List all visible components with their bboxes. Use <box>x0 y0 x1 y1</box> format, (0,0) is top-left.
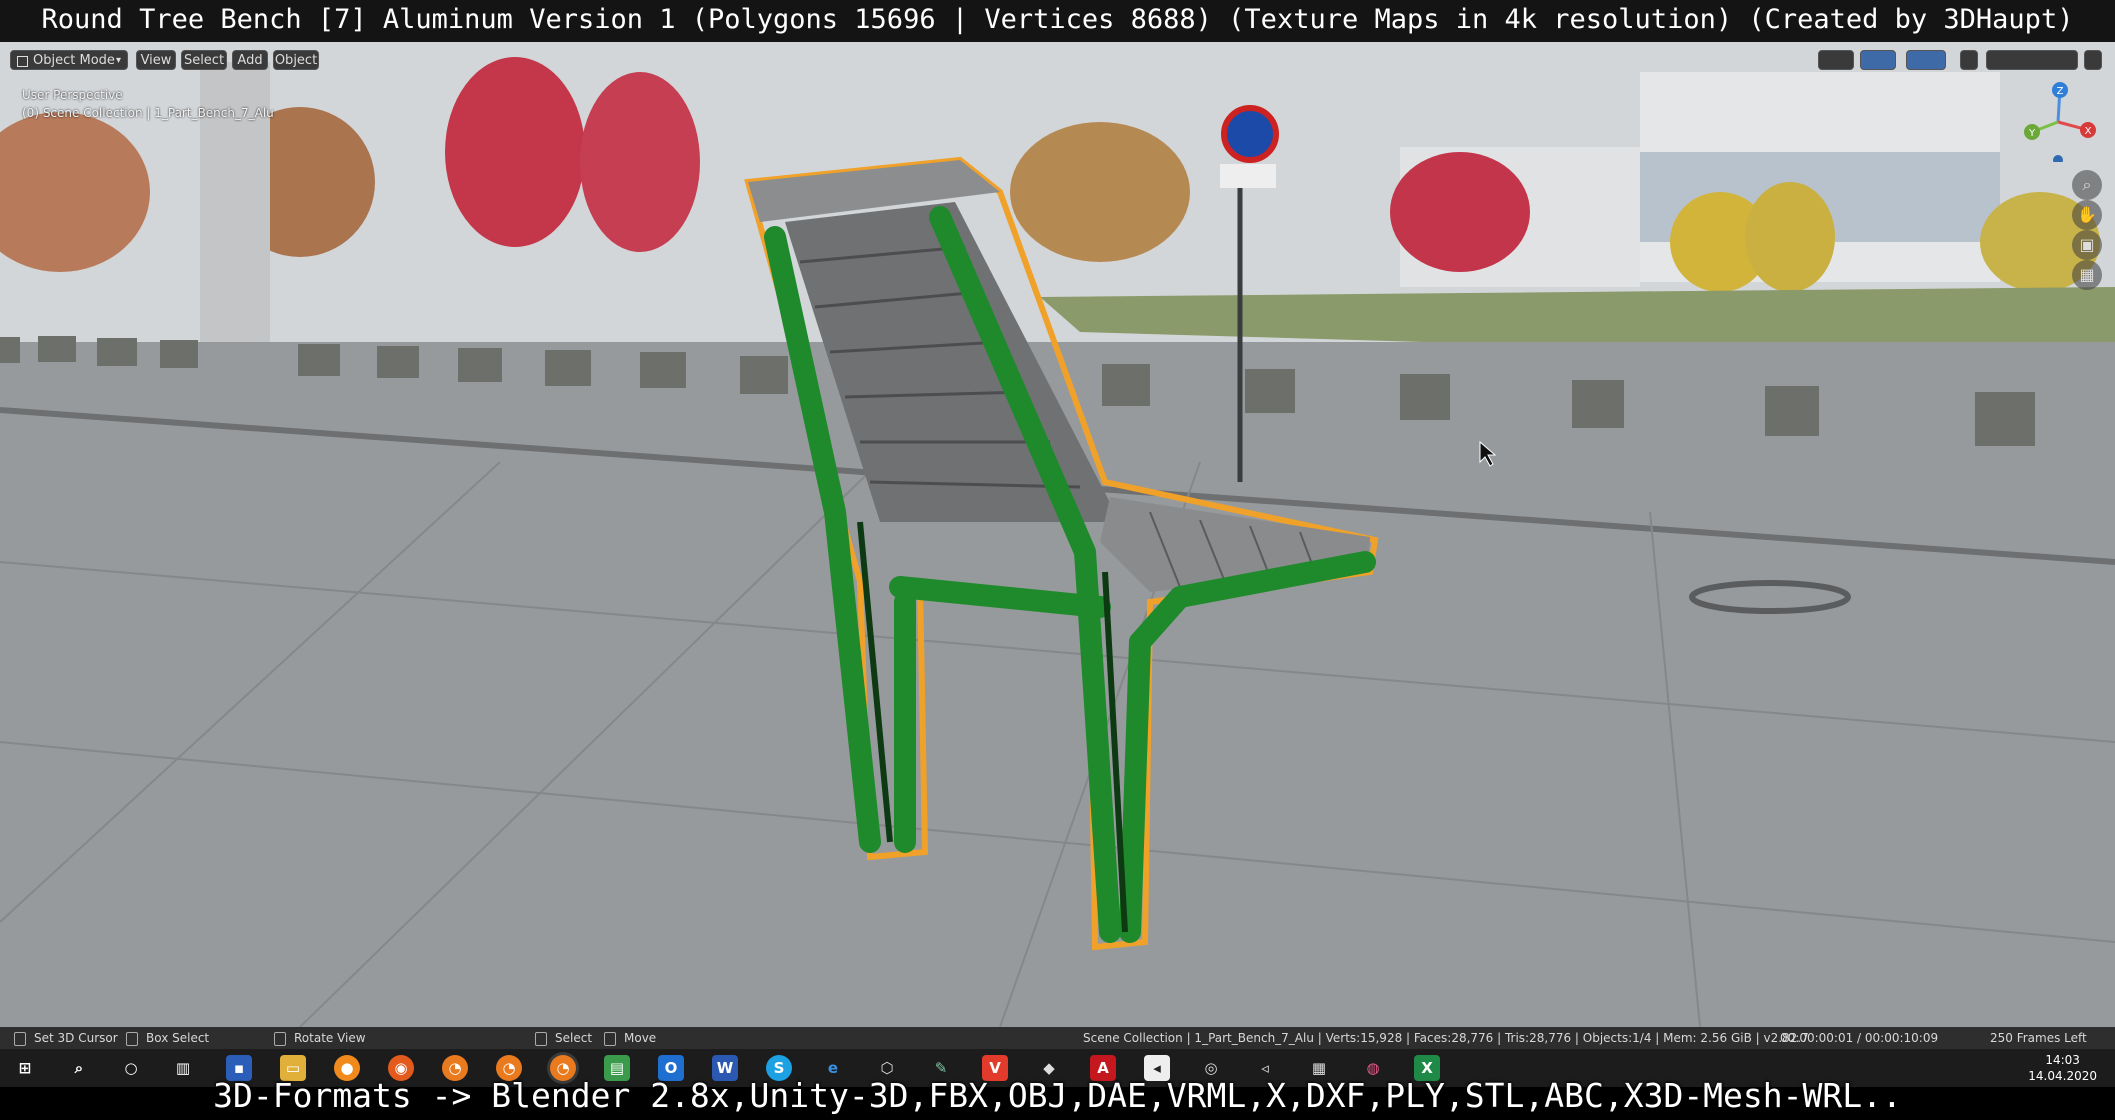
frames-left: 250 Frames Left <box>1990 1031 2087 1045</box>
grid-icon[interactable]: ▦ <box>2072 260 2102 290</box>
viewport-scene <box>0 42 2115 1027</box>
shading-mode-buttons[interactable] <box>1986 50 2078 70</box>
status-bar: Set 3D Cursor Box Select Rotate View Sel… <box>0 1027 2115 1049</box>
hand-pan-icon[interactable]: ✋ <box>2072 200 2102 230</box>
window-title: Round Tree Bench [7] Aluminum Version 1 … <box>0 0 2115 42</box>
status-box-select: Box Select <box>126 1027 209 1049</box>
xray-toggle[interactable] <box>1960 50 1978 70</box>
mouse-drag-icon <box>604 1031 616 1046</box>
gizmo-z-label: Z <box>2057 86 2064 97</box>
status-set-cursor: Set 3D Cursor <box>14 1027 118 1049</box>
view-collection-label: (0) Scene Collection | 1_Part_Bench_7_Al… <box>22 106 274 120</box>
menu-object[interactable]: Object <box>273 50 319 70</box>
menu-view[interactable]: View <box>136 50 176 70</box>
view-perspective-label: User Perspective <box>22 88 123 102</box>
mouse-right-icon <box>274 1031 286 1046</box>
visibility-toggle[interactable] <box>1818 50 1854 70</box>
timecode: 00:00:00:01 / 00:00:10:09 <box>1780 1031 1939 1045</box>
status-select: Select <box>535 1027 592 1049</box>
clock-time: 14:03 <box>2045 1053 2080 1067</box>
gizmo-x-label: X <box>2085 126 2092 137</box>
zoom-icon[interactable]: ⌕ <box>2072 170 2102 200</box>
status-move: Move <box>604 1027 656 1049</box>
gizmo-toggle[interactable] <box>1860 50 1896 70</box>
mouse-left-icon <box>14 1031 26 1046</box>
navigation-gizmo[interactable]: Z X Y <box>2018 82 2098 162</box>
viewport-header: Object Mode ▾ View Select Add Object <box>0 42 2115 82</box>
status-rotate-view: Rotate View <box>274 1027 366 1049</box>
viewport-info: User Perspective (0) Scene Collection | … <box>22 86 274 122</box>
scene-statistics: Scene Collection | 1_Part_Bench_7_Alu | … <box>1083 1031 1809 1045</box>
overlay-toggle[interactable] <box>1906 50 1946 70</box>
gizmo-y-label: Y <box>2028 128 2036 139</box>
menu-select[interactable]: Select <box>181 50 227 70</box>
3d-viewport[interactable]: Object Mode ▾ View Select Add Object Use… <box>0 42 2115 1027</box>
object-mode-dropdown[interactable]: Object Mode ▾ <box>10 50 128 70</box>
object-mode-icon <box>17 56 28 67</box>
mouse-left-icon <box>535 1031 547 1046</box>
red-tree <box>445 57 585 247</box>
no-parking-sign <box>1221 105 1279 163</box>
mouse-middle-icon <box>126 1031 138 1046</box>
object-mode-label: Object Mode <box>33 53 115 68</box>
video-caption: 3D-Formats -> Blender 2.8x,Unity-3D,FBX,… <box>213 1076 1902 1115</box>
shading-options-dropdown[interactable] <box>2084 50 2102 70</box>
chevron-down-icon: ▾ <box>115 55 121 66</box>
camera-icon[interactable]: ▣ <box>2072 230 2102 260</box>
menu-add[interactable]: Add <box>232 50 268 70</box>
